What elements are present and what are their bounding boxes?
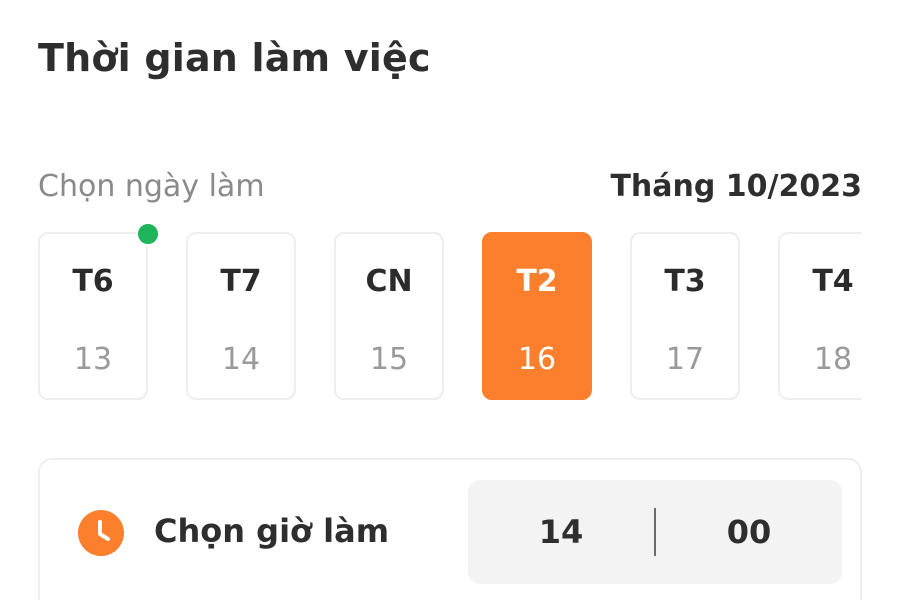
day-number: 17 (665, 342, 705, 377)
day-card-17[interactable]: T3 17 (630, 232, 740, 400)
date-picker-header: Chọn ngày làm Tháng 10/2023 (38, 164, 862, 208)
day-card-16[interactable]: T2 16 (482, 232, 592, 400)
work-time-screen: Thời gian làm việc Chọn ngày làm Tháng 1… (0, 0, 900, 600)
day-number: 16 (517, 342, 557, 377)
day-weekday: T4 (812, 264, 854, 299)
minute-field[interactable]: 00 (656, 513, 842, 551)
day-card-15[interactable]: CN 15 (334, 232, 444, 400)
day-weekday: T7 (220, 264, 262, 299)
day-number: 13 (73, 342, 113, 377)
day-card-14[interactable]: T7 14 (186, 232, 296, 400)
day-card-18[interactable]: T4 18 (778, 232, 862, 400)
page-title: Thời gian làm việc (38, 36, 431, 80)
month-label: Tháng 10/2023 (610, 168, 862, 204)
day-number: 14 (221, 342, 261, 377)
day-selector[interactable]: T6 13 T7 14 CN 15 T2 16 T3 17 T4 18 (38, 222, 862, 412)
day-weekday: T3 (664, 264, 706, 299)
time-picker-label: Chọn giờ làm (154, 512, 390, 550)
day-weekday: T2 (516, 264, 558, 299)
day-weekday: T6 (72, 264, 114, 299)
day-number: 15 (369, 342, 409, 377)
time-input[interactable]: 14 00 (468, 480, 842, 584)
day-indicator-dot (136, 222, 160, 246)
day-card-13[interactable]: T6 13 (38, 232, 148, 400)
day-weekday: CN (365, 264, 413, 299)
clock-icon (78, 510, 124, 556)
hour-field[interactable]: 14 (468, 513, 654, 551)
date-picker-subtitle: Chọn ngày làm (38, 168, 265, 204)
time-picker-card: Chọn giờ làm 14 00 (38, 458, 862, 600)
day-number: 18 (813, 342, 853, 377)
